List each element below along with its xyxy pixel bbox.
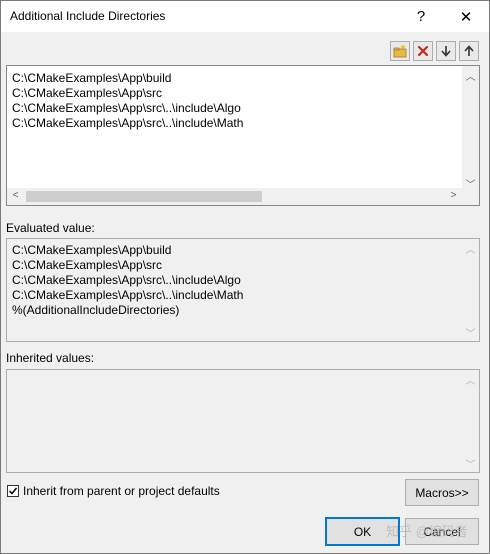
- inherited-vertical-scrollbar[interactable]: ︿ ﹀: [462, 370, 479, 472]
- include-directories-list[interactable]: C:\CMakeExamples\App\build C:\CMakeExampl…: [6, 65, 480, 206]
- macros-button[interactable]: Macros>>: [405, 479, 479, 506]
- inherited-values-box: ︿ ﹀: [6, 369, 480, 473]
- include-directory-line[interactable]: C:\CMakeExamples\App\src: [12, 86, 243, 101]
- include-directory-line[interactable]: C:\CMakeExamples\App\src\..\include\Algo: [12, 101, 243, 116]
- move-down-button[interactable]: [436, 41, 456, 61]
- evaluated-value-line: C:\CMakeExamples\App\src\..\include\Math: [12, 288, 244, 302]
- ok-button[interactable]: OK: [325, 517, 400, 546]
- inherited-scroll-down-icon[interactable]: ﹀: [462, 456, 479, 471]
- evaluated-value-label: Evaluated value:: [6, 221, 95, 235]
- inherit-checkbox[interactable]: [7, 485, 19, 497]
- inherit-checkbox-row[interactable]: Inherit from parent or project defaults: [7, 484, 220, 498]
- evaluated-scroll-up-icon[interactable]: ︿: [462, 241, 479, 256]
- dialog-title: Additional Include Directories: [10, 9, 166, 23]
- cancel-button[interactable]: Cancel: [405, 518, 479, 545]
- evaluated-value-box: C:\CMakeExamples\App\build C:\CMakeExampl…: [6, 238, 480, 342]
- scroll-up-icon[interactable]: ︿: [462, 68, 479, 83]
- close-button[interactable]: ✕: [444, 1, 488, 32]
- new-folder-icon: [393, 44, 407, 58]
- move-up-button[interactable]: [459, 41, 479, 61]
- title-bar: Additional Include Directories ? ✕: [1, 1, 489, 32]
- check-icon: [8, 487, 18, 495]
- evaluated-vertical-scrollbar[interactable]: ︿ ﹀: [462, 239, 479, 341]
- scroll-left-icon[interactable]: <: [7, 190, 24, 201]
- horizontal-scroll-thumb[interactable]: [26, 191, 262, 202]
- arrow-up-icon: [464, 45, 474, 56]
- evaluated-scroll-down-icon[interactable]: ﹀: [462, 325, 479, 340]
- include-directories-text[interactable]: C:\CMakeExamples\App\build C:\CMakeExampl…: [12, 71, 243, 131]
- include-directory-line[interactable]: C:\CMakeExamples\App\build: [12, 71, 243, 86]
- evaluated-value-line: C:\CMakeExamples\App\src\..\include\Algo: [12, 273, 241, 287]
- inherited-scroll-up-icon[interactable]: ︿: [462, 372, 479, 387]
- list-toolbar: [390, 41, 479, 61]
- include-directory-line[interactable]: C:\CMakeExamples\App\src\..\include\Math: [12, 116, 243, 131]
- evaluated-value-line: C:\CMakeExamples\App\src: [12, 258, 163, 272]
- horizontal-scrollbar[interactable]: < >: [7, 188, 479, 205]
- delete-icon: [417, 45, 429, 57]
- inherit-checkbox-label: Inherit from parent or project defaults: [23, 484, 220, 498]
- vertical-scrollbar[interactable]: ︿ ﹀: [462, 66, 479, 191]
- inherited-values-label: Inherited values:: [6, 351, 95, 365]
- evaluated-value-line: %(AdditionalIncludeDirectories): [12, 303, 180, 317]
- dialog-window: Additional Include Directories ? ✕ C:\CM…: [0, 0, 490, 554]
- evaluated-value-line: C:\CMakeExamples\App\build: [12, 243, 172, 257]
- evaluated-value-text: C:\CMakeExamples\App\build C:\CMakeExampl…: [12, 243, 243, 318]
- delete-line-button[interactable]: [413, 41, 433, 61]
- arrow-down-icon: [441, 46, 451, 57]
- scroll-right-icon[interactable]: >: [445, 190, 462, 201]
- help-button[interactable]: ?: [399, 1, 443, 32]
- new-line-button[interactable]: [390, 41, 410, 61]
